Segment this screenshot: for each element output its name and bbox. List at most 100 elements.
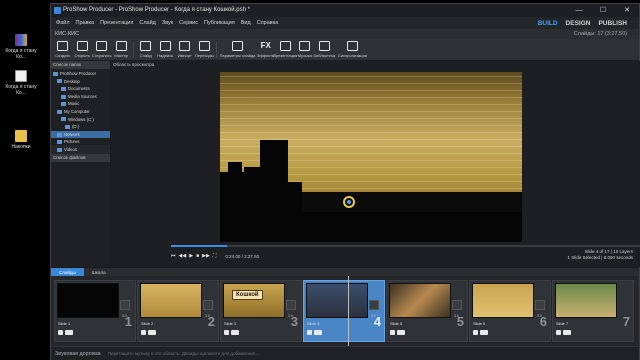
- transition-duration: 3.0: [537, 314, 542, 318]
- toolbar-button[interactable]: Открыть: [73, 39, 93, 58]
- menu-item[interactable]: Файл: [56, 20, 70, 26]
- folder-tree-item[interactable]: Videos: [51, 146, 110, 154]
- slide-layers-icon[interactable]: [397, 330, 405, 335]
- toolbar-button[interactable]: Надпись: [156, 39, 176, 58]
- transition-button[interactable]: 3.0: [369, 300, 379, 318]
- transition-duration: 3.0: [288, 314, 293, 318]
- transition-button[interactable]: 3.0: [535, 300, 545, 318]
- folder-tree-item[interactable]: Pictures: [51, 138, 110, 146]
- slide-thumbnail[interactable]: Slide 44: [303, 280, 385, 342]
- folder-icon: [57, 109, 62, 114]
- import-icon: [179, 41, 191, 51]
- desktop-icon-archive-2[interactable]: Когда я стану Ко...: [1, 70, 41, 96]
- folder-icon: [57, 79, 62, 84]
- ground-silhouette: [302, 212, 522, 242]
- menu-item[interactable]: Презентация: [100, 20, 133, 26]
- toolbar-button[interactable]: Параметры слайда: [219, 39, 256, 58]
- folder-tree-item[interactable]: (D:): [51, 123, 110, 131]
- desktop-icon-archive-1[interactable]: Когда я стану Ко...: [1, 34, 41, 60]
- wood-grain-line: [220, 83, 522, 84]
- transition-button[interactable]: 3.0: [203, 300, 213, 318]
- design-mode-button[interactable]: DESIGN: [566, 20, 591, 27]
- slide-options-icon[interactable]: [556, 330, 561, 335]
- rewind-button[interactable]: ◀◀: [179, 253, 187, 259]
- folder-tree-item[interactable]: Media Sources: [51, 93, 110, 101]
- folder-tree-item[interactable]: Music: [51, 100, 110, 108]
- wood-grain-line: [220, 90, 522, 91]
- folder-tree-label: (D:): [72, 124, 80, 130]
- folder-tree-item[interactable]: Desktop: [51, 78, 110, 86]
- menu-item[interactable]: Справка: [257, 20, 279, 26]
- folder-tree-item[interactable]: Windows (C:): [51, 116, 110, 124]
- slide-label: Slide 6: [473, 321, 486, 326]
- audio-track[interactable]: Звуковая дорожка Перетащите музыку в это…: [51, 346, 639, 360]
- folder-tree: ProShow Producer Desktop Documents Media So…: [51, 69, 110, 152]
- menu-item[interactable]: Вид: [241, 20, 251, 26]
- toolbar-button-label: Мастер: [114, 53, 129, 58]
- preview-stage[interactable]: [220, 72, 522, 242]
- folder-tree-item[interactable]: Network: [51, 130, 110, 139]
- toolbar-button[interactable]: Синхронизация: [334, 39, 371, 58]
- toolbar-button[interactable]: Презентация: [273, 39, 297, 58]
- publish-mode-button[interactable]: PUBLISH: [598, 20, 627, 27]
- transition-button[interactable]: 3.0: [120, 300, 130, 318]
- close-button[interactable]: ✕: [615, 4, 639, 17]
- menu-item[interactable]: Звук: [162, 20, 173, 26]
- toolbar-button[interactable]: Мастер: [112, 39, 132, 58]
- slide-options-icon[interactable]: [390, 330, 395, 335]
- slide-layers-icon[interactable]: [148, 330, 156, 335]
- folder-tree-label: Pictures: [64, 139, 80, 145]
- slide-layers-icon[interactable]: [563, 330, 571, 335]
- slide-preview-image: [140, 283, 202, 318]
- toolbar-button[interactable]: Музыка: [295, 39, 315, 58]
- toolbar-button[interactable]: Переходы: [195, 39, 215, 58]
- slide-layers-icon[interactable]: [65, 330, 73, 335]
- play-button[interactable]: ▶: [189, 253, 193, 259]
- preview-title: Область просмотра: [113, 62, 155, 67]
- menu-item[interactable]: Слайд: [139, 20, 156, 26]
- slide-thumbnail[interactable]: Slide 11: [54, 280, 136, 342]
- title-bar[interactable]: ProShow Producer - ProShow Producer - Ко…: [51, 4, 639, 17]
- slide-thumbnail[interactable]: Slide 66: [469, 280, 551, 342]
- menu-item[interactable]: Сервис: [179, 20, 198, 26]
- fast-forward-button[interactable]: ▶▶: [202, 253, 210, 259]
- slide-thumbnail[interactable]: Slide 7 7: [552, 280, 634, 342]
- slide-thumbnail[interactable]: Slide 22: [137, 280, 219, 342]
- show-icon: [279, 41, 291, 51]
- stop-button[interactable]: ■: [196, 253, 199, 259]
- folder-tree-item[interactable]: My Computer: [51, 108, 110, 116]
- slides-count: Слайды: 17 (3:27.50): [573, 31, 627, 37]
- slide-preview-image: Кошкой: [223, 283, 285, 318]
- slide-thumbnail[interactable]: Slide 55: [386, 280, 468, 342]
- transition-button[interactable]: 3.0: [452, 300, 462, 318]
- slide-options-icon[interactable]: [224, 330, 229, 335]
- slide-options-icon[interactable]: [307, 330, 312, 335]
- slide-thumbnail[interactable]: Кошкой Slide 33: [220, 280, 302, 342]
- toolbar-button[interactable]: Сохранить: [92, 39, 112, 58]
- toolbar-button[interactable]: Библиотека: [313, 39, 335, 58]
- sync-icon: [347, 41, 358, 51]
- maximize-button[interactable]: ☐: [591, 4, 615, 17]
- menu-item[interactable]: Правка: [76, 20, 95, 26]
- toolbar-button[interactable]: Импорт: [175, 39, 195, 58]
- slide-options-icon[interactable]: [58, 330, 63, 335]
- transition-button[interactable]: 3.0: [286, 300, 296, 318]
- menu-item[interactable]: Публикация: [204, 20, 235, 26]
- first-frame-button[interactable]: ⏮: [171, 253, 176, 259]
- toolbar-button[interactable]: Слайд: [136, 39, 156, 58]
- fullscreen-button[interactable]: ⛶: [213, 253, 217, 259]
- slide-layers-icon[interactable]: [480, 330, 488, 335]
- folder-tree-item[interactable]: Documents: [51, 85, 110, 93]
- slide-layers-icon[interactable]: [231, 330, 239, 335]
- minimize-button[interactable]: —: [567, 4, 591, 17]
- toolbar-button[interactable]: Создать: [53, 39, 73, 58]
- slide-options-icon[interactable]: [473, 330, 478, 335]
- slide-options-icon[interactable]: [141, 330, 146, 335]
- folder-tree-item[interactable]: ProShow Producer: [51, 70, 110, 78]
- left-panel: Список папок ProShow Producer Desktop Docu…: [51, 61, 111, 267]
- preview-scrubber[interactable]: [171, 245, 640, 247]
- file-list[interactable]: Список файлов: [51, 154, 110, 267]
- slide-layers-icon[interactable]: [314, 330, 322, 335]
- build-mode-button[interactable]: BUILD: [538, 20, 558, 27]
- desktop-icon-folder[interactable]: Накопки: [1, 130, 41, 150]
